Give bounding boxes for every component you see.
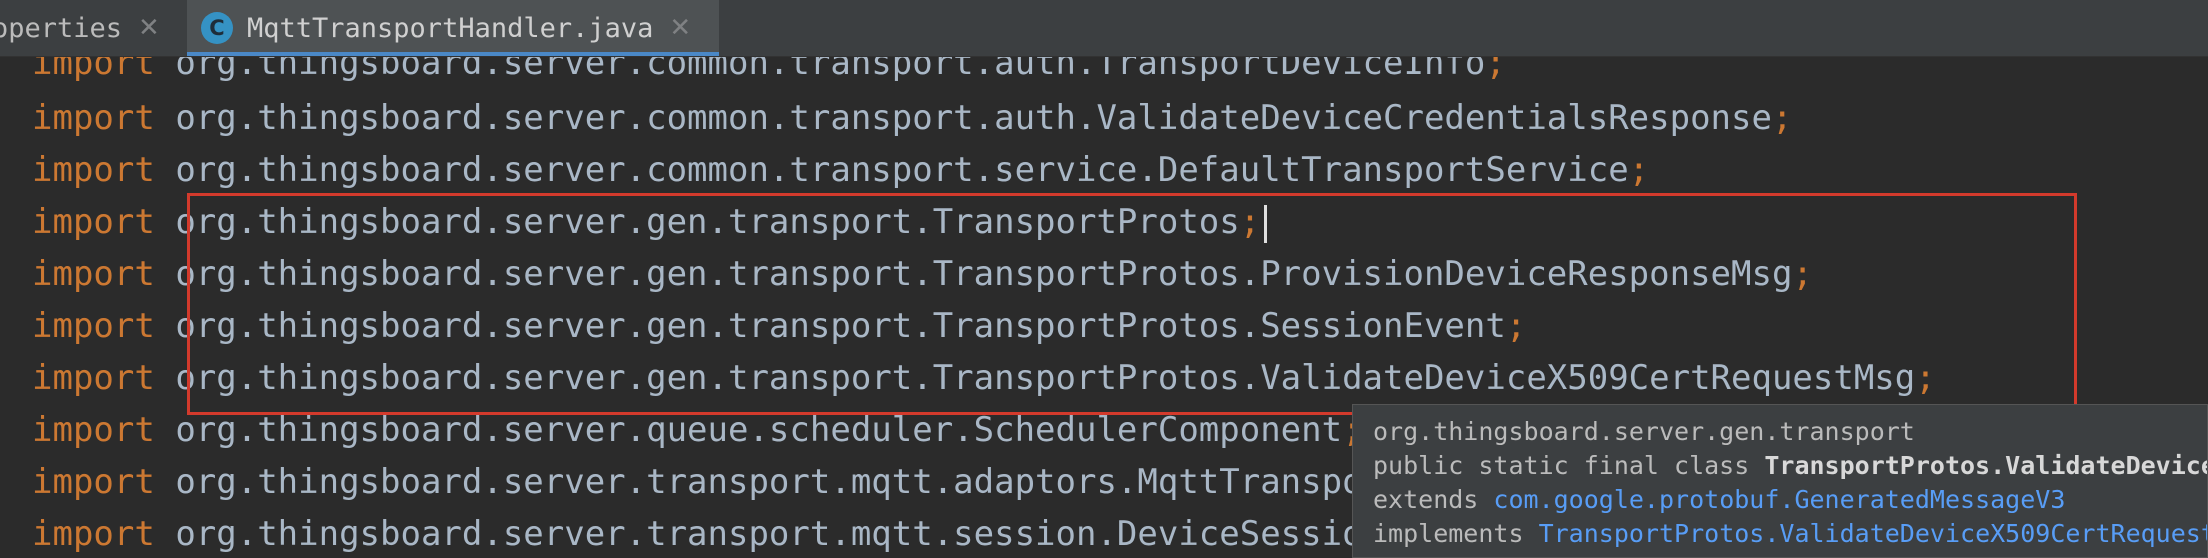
import-path: org.thingsboard.server.gen.transport.Tra… — [175, 306, 1506, 346]
semicolon: ; — [1485, 57, 1506, 83]
code-line[interactable]: import org.thingsboard.server.transport.… — [32, 508, 1465, 558]
import-keyword: import — [32, 514, 155, 554]
code-line[interactable]: import org.thingsboard.server.common.tra… — [32, 57, 1506, 89]
tab-properties-file[interactable]: operties ✕ — [0, 0, 178, 56]
import-keyword: import — [32, 57, 155, 83]
code-line[interactable]: import org.thingsboard.server.gen.transp… — [32, 248, 1813, 300]
code-line[interactable]: import org.thingsboard.server.common.tra… — [32, 92, 1792, 144]
tab-label: operties — [0, 12, 123, 44]
import-keyword: import — [32, 410, 155, 450]
doc-class-name: TransportProtos.ValidateDeviceX509CertRe… — [1764, 451, 2208, 480]
doc-extends-link[interactable]: com.google.protobuf.GeneratedMessageV3 — [1493, 485, 2065, 514]
close-icon[interactable]: ✕ — [138, 13, 160, 43]
doc-implements: implements TransportProtos.ValidateDevic… — [1373, 517, 2207, 551]
tab-mqtt-transport-handler[interactable]: C MqttTransportHandler.java ✕ — [187, 0, 719, 56]
doc-package: org.thingsboard.server.gen.transport — [1373, 417, 1915, 446]
code-line[interactable]: import org.thingsboard.server.queue.sche… — [32, 404, 1363, 456]
import-path: org.thingsboard.server.gen.transport.Tra… — [175, 254, 1793, 294]
import-keyword: import — [32, 150, 155, 190]
import-path: org.thingsboard.server.common.transport.… — [175, 150, 1629, 190]
import-keyword: import — [32, 98, 155, 138]
code-line[interactable]: import org.thingsboard.server.transport.… — [32, 456, 1567, 508]
semicolon: ; — [1628, 150, 1650, 190]
import-keyword: import — [32, 202, 155, 242]
semicolon: ; — [1771, 98, 1793, 138]
java-class-icon: C — [201, 12, 233, 44]
import-keyword: import — [32, 462, 155, 502]
doc-implements-keyword: implements — [1373, 519, 1539, 548]
code-line[interactable]: import org.thingsboard.server.gen.transp… — [32, 196, 1268, 248]
import-keyword: import — [32, 306, 155, 346]
import-path: org.thingsboard.server.transport.mqtt.ad… — [175, 462, 1547, 502]
import-keyword: import — [32, 358, 155, 398]
import-path: org.thingsboard.server.queue.scheduler.S… — [175, 410, 1343, 450]
import-path: org.thingsboard.server.gen.transport.Tra… — [175, 202, 1240, 242]
close-icon[interactable]: ✕ — [669, 13, 691, 43]
import-path: org.thingsboard.server.transport.mqtt.se… — [175, 514, 1445, 554]
import-path: org.thingsboard.server.common.transport.… — [175, 57, 1486, 83]
text-caret — [1264, 204, 1268, 243]
doc-declaration: public static final class TransportProto… — [1373, 449, 2208, 483]
import-path: org.thingsboard.server.common.transport.… — [175, 98, 1772, 138]
code-line[interactable]: import org.thingsboard.server.gen.transp… — [32, 300, 1526, 352]
import-keyword: import — [32, 254, 155, 294]
doc-extends: extends com.google.protobuf.GeneratedMes… — [1373, 483, 2065, 517]
semicolon: ; — [1792, 254, 1813, 294]
code-line[interactable]: import org.thingsboard.server.gen.transp… — [32, 352, 1936, 404]
doc-extends-keyword: extends — [1373, 485, 1494, 514]
quick-documentation-popup: org.thingsboard.server.gen.transport pub… — [1352, 404, 2208, 558]
editor-tab-bar: operties ✕ C MqttTransportHandler.java ✕ — [0, 0, 2208, 57]
doc-modifiers: public static final class — [1373, 451, 1765, 480]
semicolon: ; — [1915, 358, 1936, 398]
doc-implements-link[interactable]: TransportProtos.ValidateDeviceX509CertRe… — [1539, 519, 2207, 548]
semicolon: ; — [1505, 306, 1527, 346]
code-line[interactable]: import org.thingsboard.server.common.tra… — [32, 144, 1649, 196]
semicolon: ; — [1239, 202, 1261, 242]
import-path: org.thingsboard.server.gen.transport.Tra… — [175, 358, 1916, 398]
tab-label: MqttTransportHandler.java — [247, 12, 654, 44]
